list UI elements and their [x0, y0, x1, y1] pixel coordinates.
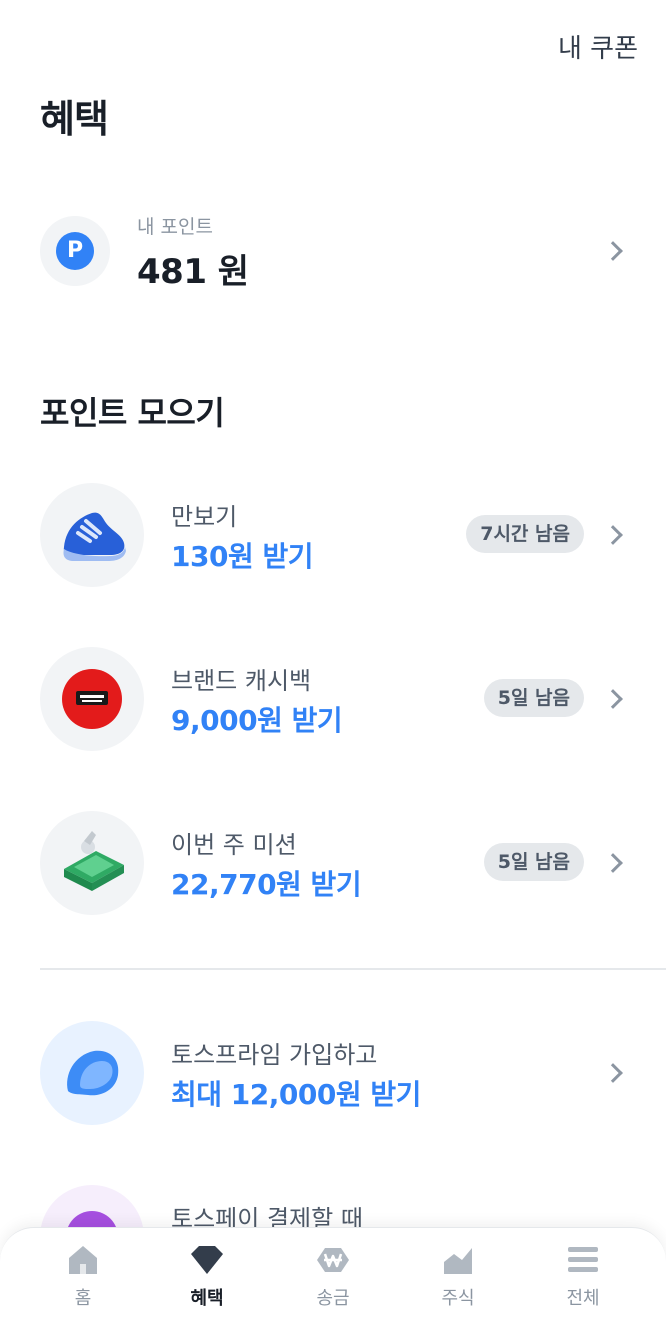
nav-label: 혜택: [190, 1288, 224, 1309]
item-reward: 22,770원 받기: [171, 868, 362, 901]
toss-prime-avatar: [40, 1021, 144, 1125]
points-value: 481 원: [137, 252, 249, 292]
item-reward: 130원 받기: [171, 540, 313, 573]
chevron-right-icon: [603, 853, 623, 873]
time-left-badge: 7시간 남음: [466, 515, 584, 553]
pedometer-avatar: [40, 483, 144, 587]
points-avatar: P: [40, 216, 110, 286]
list-item-pedometer[interactable]: 만보기 130원 받기 7시간 남음: [40, 483, 626, 587]
time-left-badge: 5일 남음: [483, 679, 584, 717]
stock-chart-icon: [444, 1248, 472, 1274]
point-p-icon: P: [56, 232, 94, 270]
bottom-nav: 홈 혜택 송금 주식 전체: [0, 1227, 666, 1319]
nav-label: 전체: [566, 1288, 600, 1309]
home-icon: [69, 1246, 97, 1274]
nav-item-benefit[interactable]: 혜택: [162, 1242, 252, 1310]
section-title-collect-points: 포인트 모으기: [40, 394, 225, 432]
nav-label: 송금: [316, 1288, 350, 1309]
item-title: 브랜드 캐시백: [171, 667, 312, 695]
chevron-right-icon: [603, 689, 623, 709]
page-title: 혜택: [40, 97, 109, 141]
list-item-brand-cashback[interactable]: 브랜드 캐시백 9,000원 받기 5일 남음: [40, 647, 626, 751]
nav-item-transfer[interactable]: 송금: [288, 1242, 378, 1310]
benefit-gem-icon: [191, 1246, 223, 1274]
brand-cashback-avatar: [40, 647, 144, 751]
item-title: 토스프라임 가입하고: [171, 1041, 378, 1069]
nav-label: 홈: [74, 1288, 92, 1309]
my-points-row[interactable]: P 내 포인트 481 원: [40, 212, 626, 292]
chevron-right-icon: [603, 525, 623, 545]
nav-item-all[interactable]: 전체: [538, 1242, 628, 1310]
nav-label: 주식: [441, 1288, 475, 1309]
weekly-mission-avatar: [40, 811, 144, 915]
my-coupon-link[interactable]: 내 쿠폰: [558, 28, 638, 65]
won-transfer-icon: [317, 1248, 349, 1272]
shoe-icon: [63, 512, 126, 561]
chevron-right-icon: [603, 1063, 623, 1083]
toss-prime-icon: [67, 1050, 119, 1096]
item-title: 이번 주 미션: [171, 831, 297, 859]
section-divider: [40, 968, 666, 970]
item-reward: 최대 12,000원 받기: [171, 1078, 421, 1111]
menu-icon: [568, 1247, 598, 1272]
nav-item-home[interactable]: 홈: [38, 1242, 128, 1310]
nav-item-stock[interactable]: 주식: [413, 1242, 503, 1310]
item-title: 만보기: [171, 503, 238, 531]
points-label: 내 포인트: [137, 216, 213, 238]
cash-stack-icon: [64, 831, 124, 891]
time-left-badge: 5일 남음: [483, 843, 584, 881]
chevron-right-icon: [603, 241, 623, 261]
list-item-toss-prime[interactable]: 토스프라임 가입하고 최대 12,000원 받기: [40, 1021, 626, 1125]
pascucci-logo: [62, 669, 122, 729]
list-item-weekly-mission[interactable]: 이번 주 미션 22,770원 받기 5일 남음: [40, 811, 626, 915]
item-reward: 9,000원 받기: [171, 704, 343, 737]
